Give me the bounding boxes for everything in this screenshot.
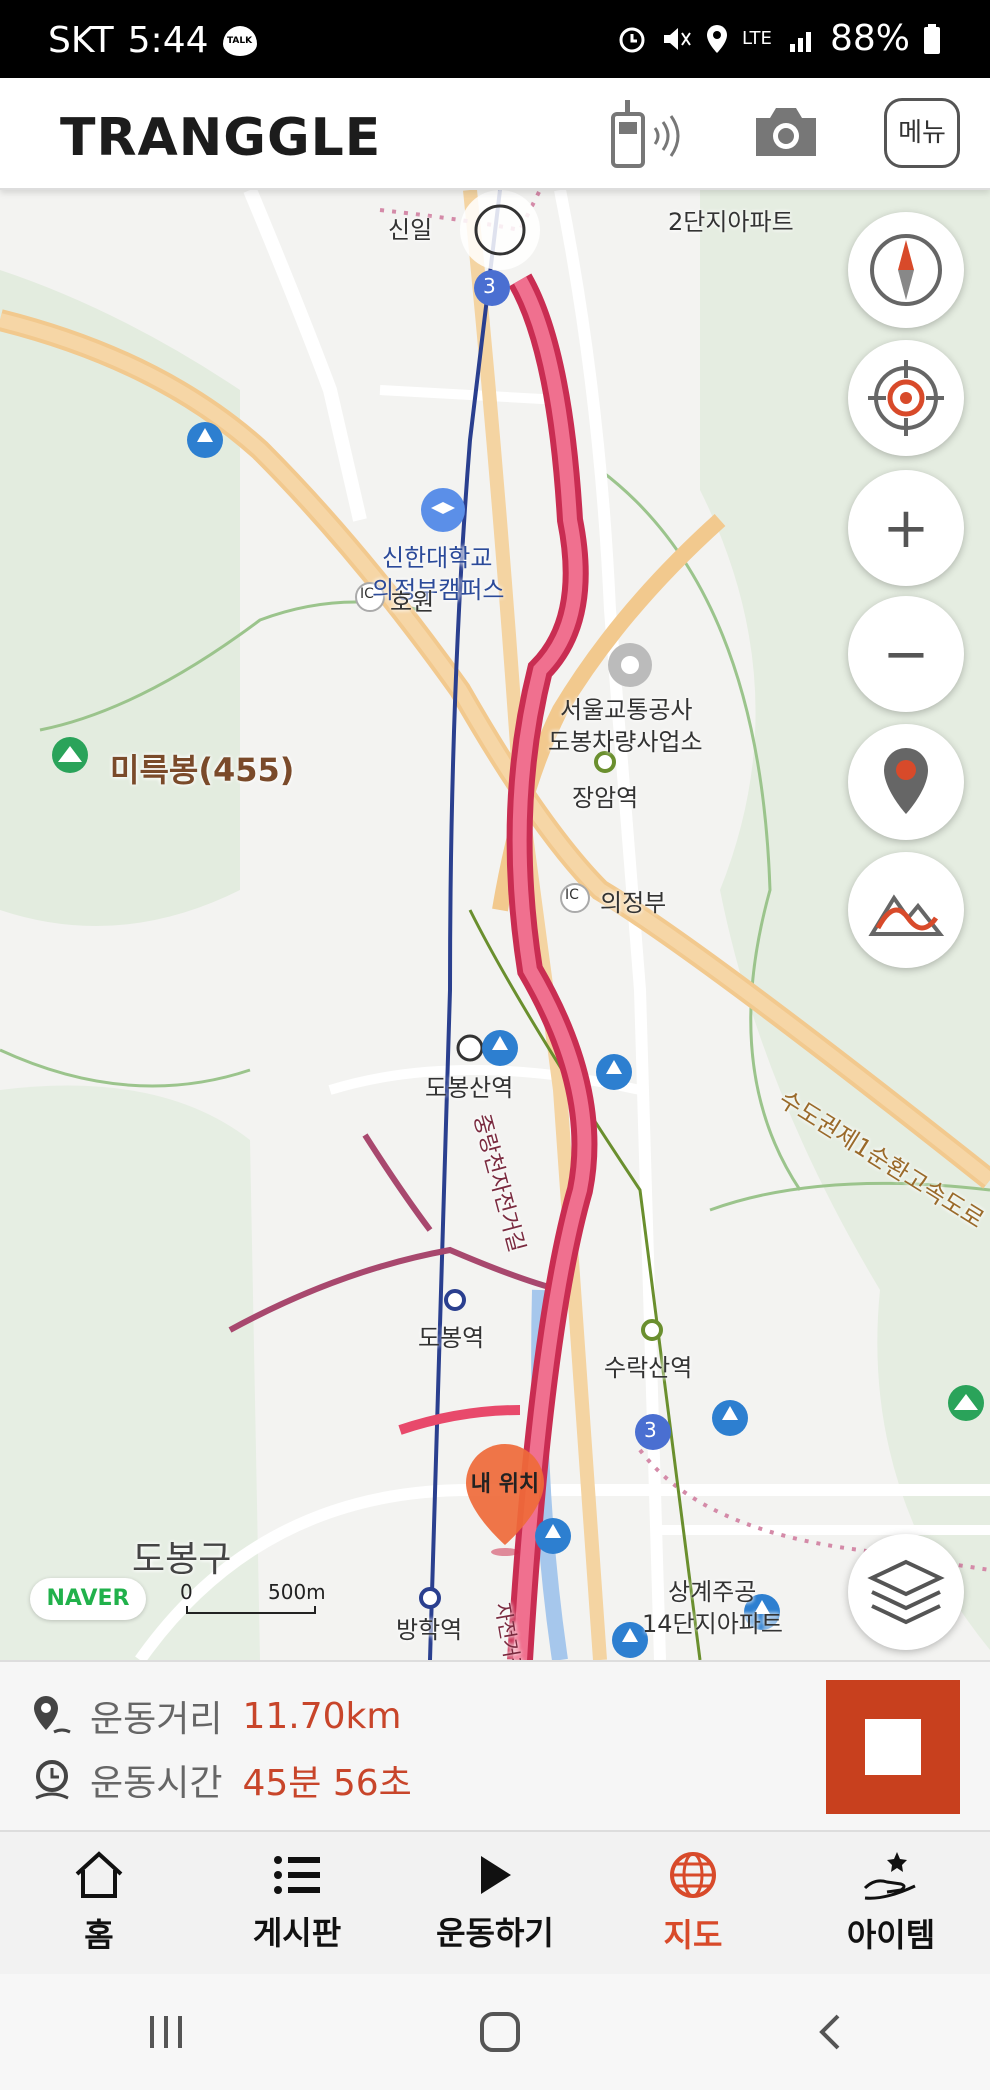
battery-text: 88% [829, 18, 910, 59]
zoom-in-button[interactable]: + [848, 470, 964, 586]
mute-icon [663, 27, 691, 50]
route-shield: 3 [483, 274, 496, 298]
scale-bar [186, 1606, 316, 1614]
ic-badge: IC [565, 887, 579, 903]
compass-icon [870, 234, 942, 306]
scale-zero: 0 [180, 1580, 193, 1604]
network-type: LTE [741, 27, 772, 49]
time-label: 운동시간 [90, 1763, 223, 1804]
map-label-ic-uijeongbu: 의정부 [600, 889, 667, 917]
locate-button[interactable] [848, 340, 964, 456]
carrier: SKT [48, 20, 114, 61]
map-view[interactable]: 2단지아파트 신일 3 신한대학교 의정부캠퍼스 IC 호원 서울교통공사 도봉… [0, 190, 990, 1660]
tab-items-label: 아이템 [846, 1916, 936, 1954]
app-logo: TRANGGLE [60, 108, 382, 168]
walkie-talkie-icon[interactable] [605, 98, 695, 172]
alarm-icon [619, 27, 645, 52]
map-label-dobongsan: 도봉산역 [425, 1074, 514, 1102]
crosshair-icon [868, 360, 944, 436]
globe-icon [670, 1852, 716, 1898]
time-row: 운동시간 45분 56초 [28, 1754, 412, 1806]
time-value: 45분 56초 [242, 1763, 412, 1804]
tab-items[interactable]: 아이템 [792, 1832, 990, 1974]
map-label-mountain: 미륵봉(455) [110, 751, 295, 789]
clock-icon [35, 1760, 69, 1800]
tab-workout[interactable]: 운동하기 [396, 1832, 594, 1974]
distance-label: 운동거리 [90, 1699, 223, 1740]
route-shield: 3 [644, 1418, 657, 1442]
map-label-transport: 서울교통공사 [560, 696, 693, 724]
compass-button[interactable] [848, 212, 964, 328]
recent-apps-icon[interactable] [146, 2014, 186, 2050]
back-icon[interactable] [814, 2012, 844, 2052]
map-label-sanggye: 상계주공 [668, 1578, 757, 1606]
camera-icon[interactable] [752, 104, 820, 160]
map-label-banghak: 방학역 [396, 1616, 463, 1644]
map-label-university: 신한대학교 [382, 544, 493, 572]
status-bar: SKT 5:44 TALK LTE 88% [0, 0, 990, 78]
distance-pin-icon [34, 1696, 71, 1734]
list-icon [274, 1856, 320, 1894]
distance-value: 11.70km [242, 1695, 402, 1737]
tab-map-label: 지도 [663, 1916, 723, 1954]
pin-button[interactable] [848, 724, 964, 840]
home-nav-icon[interactable] [478, 2010, 522, 2054]
layers-button[interactable] [848, 1534, 964, 1650]
kakaotalk-icon: TALK [222, 25, 257, 56]
plus-icon: + [882, 495, 930, 561]
map-label-jangam: 장암역 [572, 784, 639, 812]
stop-icon [865, 1719, 921, 1775]
stop-workout-button[interactable] [826, 1680, 960, 1814]
ic-badge: IC [360, 586, 374, 602]
location-pin-icon [466, 1444, 544, 1556]
map-label-depot: 도봉차량사업소 [548, 728, 703, 756]
bottom-tab-bar: 홈 게시판 운동하기 지도 아이템 [0, 1830, 990, 1974]
my-location-label: 내 위치 [470, 1472, 540, 1497]
zoom-out-button[interactable]: − [848, 596, 964, 712]
tab-home-label: 홈 [84, 1916, 114, 1954]
signal-icon [789, 31, 811, 52]
gift-hand-icon [863, 1852, 916, 1900]
tab-board[interactable]: 게시판 [198, 1832, 396, 1974]
home-icon [75, 1851, 123, 1898]
scale-distance: 500m [268, 1580, 326, 1604]
workout-stats: 운동거리 11.70km 운동시간 45분 56초 [0, 1660, 990, 1830]
system-nav-bar [0, 1974, 990, 2090]
play-icon [481, 1856, 511, 1894]
map-label-dobong-station: 도봉역 [418, 1324, 485, 1352]
my-location-marker[interactable]: 내 위치 [462, 1440, 548, 1560]
distance-row: 운동거리 11.70km [28, 1690, 401, 1742]
layers-icon [867, 1559, 945, 1625]
map-label-surak: 수락산역 [604, 1354, 693, 1382]
tab-workout-label: 운동하기 [436, 1914, 554, 1952]
mountain-icon [868, 894, 945, 936]
map-label-district: 도봉구 [132, 1539, 232, 1580]
battery-icon [924, 23, 940, 54]
tab-map[interactable]: 지도 [594, 1832, 792, 1974]
map-label-apartment: 2단지아파트 [668, 208, 794, 236]
map-label-sanggye-14: 14단지아파트 [642, 1610, 783, 1638]
map-label-station: 신일 [388, 216, 433, 244]
minus-icon: − [882, 621, 930, 687]
menu-button[interactable]: 메뉴 [884, 98, 960, 168]
naver-badge: NAVER [30, 1578, 146, 1620]
app-header: TRANGGLE 메뉴 [0, 78, 990, 190]
map-scale: 0 500m [180, 1580, 340, 1616]
tab-home[interactable]: 홈 [0, 1832, 198, 1974]
map-pin-icon [884, 748, 928, 814]
elevation-button[interactable] [848, 852, 964, 968]
tab-board-label: 게시판 [252, 1914, 342, 1952]
map-label-ic: 호원 [390, 588, 435, 616]
clock: 5:44 [127, 20, 209, 61]
location-icon [706, 24, 727, 53]
